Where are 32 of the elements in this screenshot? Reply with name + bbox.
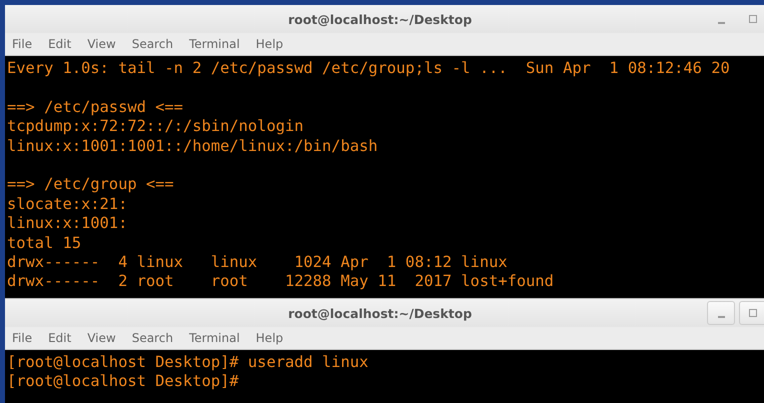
maximize-button[interactable] [739,301,764,325]
terminal-line: tcpdump:x:72:72::/:/sbin/nologin [7,117,304,137]
menu-item[interactable]: Search [132,37,174,51]
menu-item[interactable]: View [87,37,116,51]
terminal-line: [root@localhost Desktop]# useradd linux [7,353,368,372]
minimize-icon [718,22,724,24]
terminal-line: [root@localhost Desktop]# [7,372,239,392]
menu-item[interactable]: Search [132,331,174,345]
terminal-line: slocate:x:21: [7,194,128,214]
menu-item[interactable]: View [87,331,116,345]
terminal-line: linux:x:1001: [7,214,128,234]
menu-item[interactable]: File [12,37,32,51]
window-title: root@localhost:~/Desktop [288,12,472,26]
terminal-line: linux:x:1001:1001::/home/linux:/bin/bash [7,136,378,156]
menu-item[interactable]: Terminal [189,37,240,51]
menu-item[interactable]: Help [256,331,284,345]
minimize-button[interactable] [707,301,735,325]
terminal-line: drwx------ 2 root root 12288 May 11 2017 lost+found [7,272,554,292]
terminal-line: drwx------ 4 linux linux 1024 Apr 1 08:12 linux [7,253,508,272]
menu-item[interactable]: Edit [48,331,72,345]
terminal-line: ==> /etc/group <== [7,175,174,195]
terminal-line: Every 1.0s: tail -n 2 /etc/passwd /etc/group;ls -l ... Sun Apr 1 08:12:46 20 [7,59,730,78]
terminal-line: ==> /etc/passwd <== [7,98,184,118]
maximize-icon [748,14,758,24]
menu-item[interactable]: File [12,331,32,345]
window-title: root@localhost:~/Desktop [288,306,472,320]
menu-item[interactable]: Help [256,37,284,51]
minimize-icon [718,316,724,318]
maximize-icon [748,308,758,318]
menu-item[interactable]: Terminal [189,331,240,345]
terminal-line: total 15 [7,234,82,254]
menu-item[interactable]: Edit [48,37,72,51]
